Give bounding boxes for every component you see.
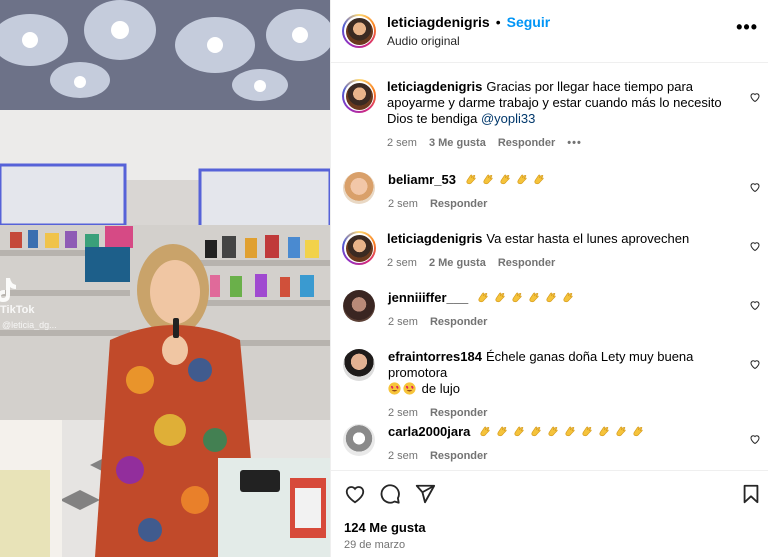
post-date[interactable]: 29 de marzo [344, 539, 405, 551]
clapping-hands-emoji [466, 174, 476, 185]
comment-time[interactable]: 2 sem [388, 316, 418, 328]
comment-likes[interactable]: 3 Me gusta [429, 137, 486, 149]
reply-button[interactable]: Responder [430, 450, 487, 462]
post-video[interactable]: TikTok @leticia_dg... [0, 0, 330, 557]
clapping-hands-emoji [480, 426, 490, 437]
comment: jenniiiffer___ 2 sem Responder [342, 290, 768, 328]
post-header: leticiagdenigris • Seguir Audio original… [331, 0, 768, 63]
clapping-hands-emoji [483, 174, 493, 185]
clapping-hands-emoji [582, 426, 592, 437]
like-comment-heart-icon[interactable] [749, 240, 761, 252]
audio-label[interactable]: Audio original [387, 34, 550, 48]
video-frame-illustration [0, 0, 330, 557]
clapping-hands-emoji [546, 292, 556, 303]
clapping-hands-emoji [633, 426, 643, 437]
save-bookmark-icon[interactable] [740, 483, 762, 505]
comment-bubble-icon[interactable] [379, 483, 401, 505]
comment-time[interactable]: 2 sem [387, 137, 417, 149]
clapping-hands-emoji [517, 174, 527, 185]
comment-text: Va estar hasta el lunes aprovechen [486, 231, 690, 246]
comment: carla2000jara 2 sem Responder [342, 424, 768, 462]
clapping-hands-emoji [478, 292, 488, 303]
clap-emoji-row [478, 424, 648, 439]
clapping-hands-emoji [529, 292, 539, 303]
comment-username[interactable]: leticiagdenigris [387, 231, 482, 246]
clapping-hands-emoji [500, 174, 510, 185]
comment: leticiagdenigris Gracias por llegar hace … [342, 79, 768, 149]
comment-username[interactable]: beliamr_53 [388, 172, 456, 187]
clapping-hands-emoji [599, 426, 609, 437]
reply-button[interactable]: Responder [430, 198, 487, 210]
comment-time[interactable]: 2 sem [388, 407, 418, 419]
clapping-hands-emoji [565, 426, 575, 437]
author-username[interactable]: leticiagdenigris [387, 14, 490, 30]
comment-username[interactable]: carla2000jara [388, 424, 470, 439]
comment: leticiagdenigris Va estar hasta el lunes … [342, 231, 768, 269]
comment: beliamr_53 2 sem Responder [342, 172, 768, 210]
commenter-avatar[interactable] [343, 290, 375, 322]
commenter-avatar[interactable] [343, 349, 375, 381]
tiktok-watermark: TikTok [0, 304, 35, 316]
clapping-hands-emoji [514, 426, 524, 437]
reply-button[interactable]: Responder [430, 316, 487, 328]
commenter-avatar[interactable] [343, 172, 375, 204]
like-comment-heart-icon[interactable] [749, 91, 761, 103]
heart-eyes-emoji-row [388, 381, 422, 396]
post-like-count[interactable]: 124 Me gusta [344, 520, 426, 535]
reply-button[interactable]: Responder [430, 407, 487, 419]
comments-list: leticiagdenigris Gracias por llegar hace … [331, 63, 768, 468]
reply-button[interactable]: Responder [498, 257, 555, 269]
more-options-icon[interactable]: ••• [736, 18, 758, 36]
separator-dot: • [495, 14, 501, 30]
follow-button[interactable]: Seguir [507, 14, 551, 30]
heart-eyes-emoji [388, 382, 401, 395]
mention-link[interactable]: @yopli33 [481, 111, 535, 126]
comment-time[interactable]: 2 sem [387, 257, 417, 269]
clapping-hands-emoji [495, 292, 505, 303]
clapping-hands-emoji [534, 174, 544, 185]
comment-text-continued: de lujo [421, 381, 460, 396]
clapping-hands-emoji [563, 292, 573, 303]
clap-emoji-row [464, 172, 549, 187]
clapping-hands-emoji [548, 426, 558, 437]
commenter-avatar[interactable] [342, 79, 376, 113]
clapping-hands-emoji [616, 426, 626, 437]
comment: efraintorres184 Échele ganas doña Lety mu… [342, 349, 768, 419]
share-paper-plane-icon[interactable] [414, 483, 436, 505]
post-actions-bar: 124 Me gusta 29 de marzo [331, 470, 768, 557]
like-comment-heart-icon[interactable] [749, 299, 761, 311]
comment-username[interactable]: jenniiiffer___ [388, 290, 468, 305]
clapping-hands-emoji [497, 426, 507, 437]
clapping-hands-emoji [531, 426, 541, 437]
reply-button[interactable]: Responder [498, 137, 555, 149]
heart-eyes-emoji [403, 382, 416, 395]
comment-options-icon[interactable]: ••• [567, 137, 582, 149]
comment-time[interactable]: 2 sem [388, 450, 418, 462]
commenter-avatar[interactable] [343, 424, 375, 456]
comment-username[interactable]: efraintorres184 [388, 349, 482, 364]
commenter-avatar[interactable] [342, 231, 376, 265]
clapping-hands-emoji [512, 292, 522, 303]
tiktok-username-watermark: @leticia_dg... [2, 320, 57, 330]
clap-emoji-row [476, 290, 578, 305]
instagram-post: TikTok @leticia_dg... leticiagdenigris •… [0, 0, 768, 557]
like-comment-heart-icon[interactable] [749, 181, 761, 193]
comment-username[interactable]: leticiagdenigris [387, 79, 482, 94]
comment-time[interactable]: 2 sem [388, 198, 418, 210]
author-avatar[interactable] [342, 14, 376, 48]
like-comment-heart-icon[interactable] [749, 358, 761, 370]
post-side-panel: leticiagdenigris • Seguir Audio original… [330, 0, 768, 557]
like-heart-icon[interactable] [344, 483, 366, 505]
comment-likes[interactable]: 2 Me gusta [429, 257, 486, 269]
like-comment-heart-icon[interactable] [749, 433, 761, 445]
